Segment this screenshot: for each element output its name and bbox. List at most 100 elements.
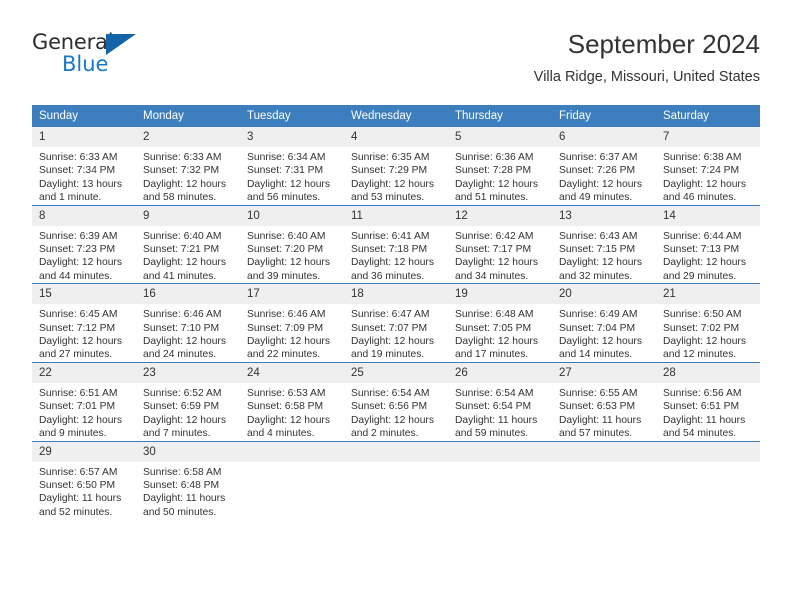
day-number: 16 [136,284,240,305]
sunset-time: Sunset: 7:01 PM [39,401,116,413]
day-number [344,441,448,462]
daylight-duration-line2: and 4 minutes. [247,428,315,440]
sunset-time: Sunset: 7:31 PM [247,165,324,177]
daylight-duration-line1: Daylight: 12 hours [351,336,434,348]
calendar-day-cell[interactable]: 16 Sunrise: 6:46 AM Sunset: 7:10 PM Dayligh… [136,283,240,363]
sunrise-sunset-calendar: Sunday Monday Tuesday Wednesday Thursday… [32,105,760,520]
day-details: Sunrise: 6:34 AM Sunset: 7:31 PM Daylight:… [240,147,344,205]
day-number: 4 [344,127,448,147]
sunrise-time: Sunrise: 6:33 AM [39,152,118,163]
daylight-duration-line2: and 36 minutes. [351,270,425,282]
logo-primary-text: General [32,30,114,54]
day-details: Sunrise: 6:39 AM Sunset: 7:23 PM Daylight:… [32,226,136,284]
calendar-day-cell[interactable]: 1 Sunrise: 6:33 AM Sunset: 7:34 PM Daylight… [32,127,136,205]
sunrise-time: Sunrise: 6:42 AM [455,230,534,242]
day-details: Sunrise: 6:55 AM Sunset: 6:53 PM Daylight:… [552,383,656,441]
calendar-day-cell[interactable]: 23 Sunrise: 6:52 AM Sunset: 6:59 PM Dayligh… [136,361,240,441]
sunrise-time: Sunrise: 6:54 AM [351,387,430,399]
calendar-day-cell[interactable]: 14 Sunrise: 6:44 AM Sunset: 7:13 PM Dayligh… [656,204,760,284]
sunrise-time: Sunrise: 6:55 AM [559,387,638,399]
day-details: Sunrise: 6:38 AM Sunset: 7:24 PM Daylight:… [656,147,760,205]
calendar-day-cell[interactable]: 6 Sunrise: 6:37 AM Sunset: 7:26 PM Daylight… [552,127,656,205]
sunrise-time: Sunrise: 6:50 AM [663,309,742,321]
sunset-time: Sunset: 6:59 PM [143,401,220,413]
calendar-day-cell[interactable]: 12 Sunrise: 6:42 AM Sunset: 7:17 PM Dayligh… [448,204,552,284]
calendar-body: 1 Sunrise: 6:33 AM Sunset: 7:34 PM Daylight… [32,127,760,520]
calendar-day-cell[interactable]: 4 Sunrise: 6:35 AM Sunset: 7:29 PM Daylight… [344,127,448,205]
day-number: 13 [552,205,656,226]
day-number: 29 [32,441,136,462]
sunrise-time: Sunrise: 6:58 AM [143,466,222,478]
calendar-day-cell[interactable]: 25 Sunrise: 6:54 AM Sunset: 6:56 PM Dayligh… [344,361,448,441]
sunrise-time: Sunrise: 6:57 AM [39,466,118,478]
calendar-day-cell[interactable]: 5 Sunrise: 6:36 AM Sunset: 7:28 PM Daylight… [448,127,552,205]
calendar-day-cell[interactable]: 15 Sunrise: 6:45 AM Sunset: 7:12 PM Dayligh… [32,283,136,363]
calendar-day-cell[interactable]: 30 Sunrise: 6:58 AM Sunset: 6:48 PM Dayligh… [136,440,240,520]
calendar-week-row: 15 Sunrise: 6:45 AM Sunset: 7:12 PM Dayligh… [32,283,760,363]
sunset-time: Sunset: 6:53 PM [559,401,636,413]
calendar-day-cell-empty [656,440,760,520]
calendar-day-cell[interactable]: 22 Sunrise: 6:51 AM Sunset: 7:01 PM Dayligh… [32,361,136,441]
calendar-day-cell-empty [240,440,344,520]
calendar-day-cell[interactable]: 19 Sunrise: 6:48 AM Sunset: 7:05 PM Dayligh… [448,283,552,363]
general-blue-logo[interactable]: General Blue [32,32,152,86]
sunrise-time: Sunrise: 6:43 AM [559,230,638,242]
calendar-day-cell[interactable]: 11 Sunrise: 6:41 AM Sunset: 7:18 PM Dayligh… [344,204,448,284]
weekday-header-wednesday: Wednesday [344,105,448,127]
calendar-day-cell-empty [448,440,552,520]
calendar-day-cell[interactable]: 29 Sunrise: 6:57 AM Sunset: 6:50 PM Dayligh… [32,440,136,520]
calendar-day-cell[interactable]: 13 Sunrise: 6:43 AM Sunset: 7:15 PM Dayligh… [552,204,656,284]
day-number: 18 [344,284,448,305]
calendar-day-cell[interactable]: 28 Sunrise: 6:56 AM Sunset: 6:51 PM Dayligh… [656,361,760,441]
daylight-duration-line1: Daylight: 13 hours [39,178,122,190]
daylight-duration-line2: and 7 minutes. [143,428,211,440]
day-number: 20 [552,284,656,305]
calendar-day-cell[interactable]: 20 Sunrise: 6:49 AM Sunset: 7:04 PM Dayligh… [552,283,656,363]
day-details: Sunrise: 6:46 AM Sunset: 7:09 PM Daylight:… [240,304,344,362]
calendar-day-cell[interactable]: 9 Sunrise: 6:40 AM Sunset: 7:21 PM Daylight… [136,204,240,284]
daylight-duration-line2: and 58 minutes. [143,192,217,204]
day-details: Sunrise: 6:40 AM Sunset: 7:20 PM Daylight:… [240,226,344,284]
calendar-day-cell[interactable]: 7 Sunrise: 6:38 AM Sunset: 7:24 PM Daylight… [656,127,760,205]
sunrise-time: Sunrise: 6:46 AM [143,309,222,321]
day-details: Sunrise: 6:52 AM Sunset: 6:59 PM Daylight:… [136,383,240,441]
sunset-time: Sunset: 6:56 PM [351,401,428,413]
daylight-duration-line2: and 59 minutes. [455,428,529,440]
calendar-day-cell[interactable]: 2 Sunrise: 6:33 AM Sunset: 7:32 PM Daylight… [136,127,240,205]
day-details: Sunrise: 6:35 AM Sunset: 7:29 PM Daylight:… [344,147,448,205]
calendar-week-row: 29 Sunrise: 6:57 AM Sunset: 6:50 PM Dayligh… [32,440,760,520]
sunset-time: Sunset: 7:15 PM [559,244,636,256]
day-number: 14 [656,205,760,226]
calendar-page: General Blue September 2024 Villa Ridge,… [0,0,792,612]
page-subtitle: Villa Ridge, Missouri, United States [533,69,760,85]
day-details: Sunrise: 6:37 AM Sunset: 7:26 PM Daylight:… [552,147,656,205]
calendar-week-row: 8 Sunrise: 6:39 AM Sunset: 7:23 PM Daylight… [32,204,760,284]
daylight-duration-line2: and 49 minutes. [559,192,633,204]
sunrise-time: Sunrise: 6:45 AM [39,309,118,321]
calendar-day-cell[interactable]: 24 Sunrise: 6:53 AM Sunset: 6:58 PM Dayligh… [240,361,344,441]
calendar-day-cell[interactable]: 18 Sunrise: 6:47 AM Sunset: 7:07 PM Dayligh… [344,283,448,363]
day-number: 5 [448,127,552,147]
day-details: Sunrise: 6:53 AM Sunset: 6:58 PM Daylight:… [240,383,344,441]
day-details: Sunrise: 6:49 AM Sunset: 7:04 PM Daylight:… [552,304,656,362]
sunrise-time: Sunrise: 6:40 AM [247,230,326,242]
daylight-duration-line1: Daylight: 12 hours [143,336,226,348]
calendar-day-cell[interactable]: 3 Sunrise: 6:34 AM Sunset: 7:31 PM Daylight… [240,127,344,205]
calendar-day-cell[interactable]: 17 Sunrise: 6:46 AM Sunset: 7:09 PM Dayligh… [240,283,344,363]
sunrise-time: Sunrise: 6:48 AM [455,309,534,321]
calendar-day-cell[interactable]: 26 Sunrise: 6:54 AM Sunset: 6:54 PM Dayligh… [448,361,552,441]
daylight-duration-line2: and 17 minutes. [455,349,529,361]
daylight-duration-line2: and 54 minutes. [663,428,737,440]
calendar-header-row: Sunday Monday Tuesday Wednesday Thursday… [32,105,760,127]
day-number: 27 [552,362,656,383]
day-details: Sunrise: 6:47 AM Sunset: 7:07 PM Daylight:… [344,304,448,362]
day-details: Sunrise: 6:50 AM Sunset: 7:02 PM Daylight:… [656,304,760,362]
sunset-time: Sunset: 7:10 PM [143,322,220,334]
sunrise-time: Sunrise: 6:35 AM [351,152,430,163]
calendar-day-cell[interactable]: 27 Sunrise: 6:55 AM Sunset: 6:53 PM Dayligh… [552,361,656,441]
calendar-day-cell[interactable]: 21 Sunrise: 6:50 AM Sunset: 7:02 PM Dayligh… [656,283,760,363]
calendar-day-cell[interactable]: 8 Sunrise: 6:39 AM Sunset: 7:23 PM Daylight… [32,204,136,284]
day-details: Sunrise: 6:46 AM Sunset: 7:10 PM Daylight:… [136,304,240,362]
day-number: 24 [240,362,344,383]
calendar-day-cell[interactable]: 10 Sunrise: 6:40 AM Sunset: 7:20 PM Dayligh… [240,204,344,284]
